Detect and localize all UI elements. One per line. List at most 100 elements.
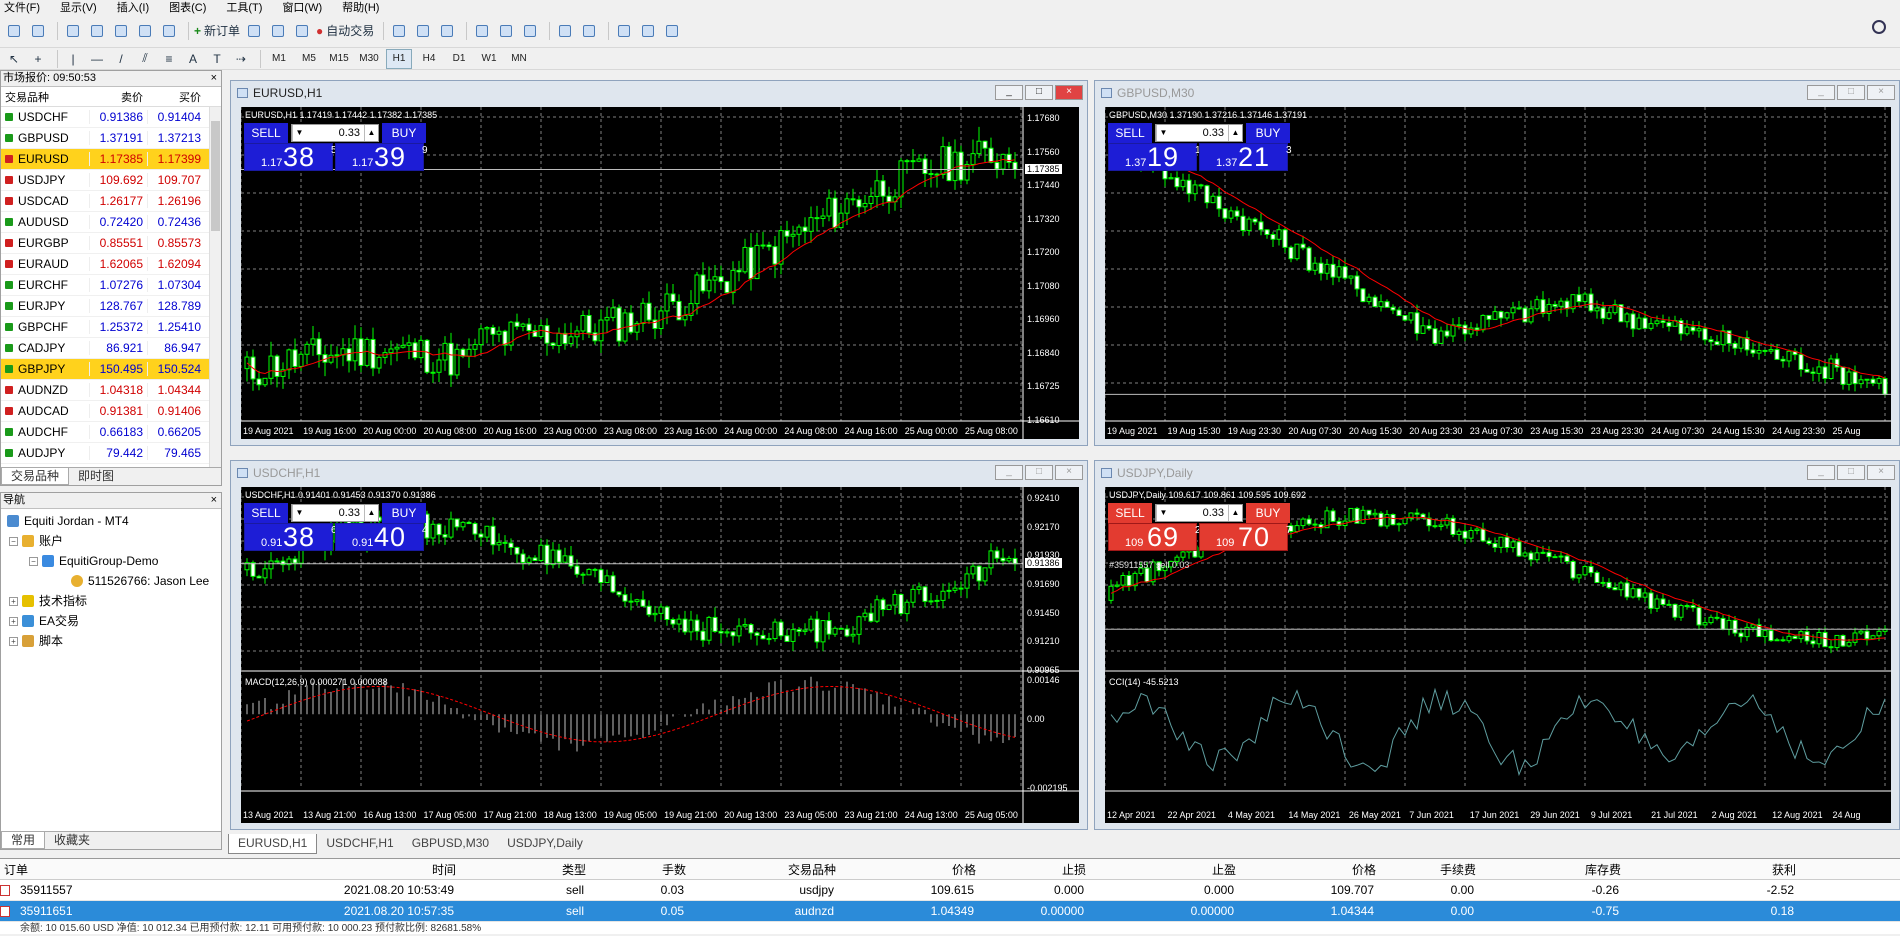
line-chart-icon[interactable] [437, 21, 457, 41]
nav-scripts[interactable]: + 脚本 [1, 631, 221, 651]
close-button[interactable]: × [1867, 465, 1895, 480]
nav-indicators[interactable]: + 技术指标 [1, 591, 221, 611]
col-ask[interactable]: 买价 [147, 89, 205, 105]
market-watch-row[interactable]: GBPUSD 1.37191 1.37213 [1, 128, 221, 149]
text-icon[interactable]: A [183, 49, 203, 69]
market-watch-row[interactable]: EURGBP 0.85551 0.85573 [1, 233, 221, 254]
chart-window[interactable]: EURUSD,H1 _ □ × EURUSD,H1 1.17419 1.17442 … [230, 80, 1088, 446]
orders-col-header[interactable]: 价格 [1240, 861, 1380, 878]
minimize-button[interactable]: _ [1807, 465, 1835, 480]
market-watch-row[interactable]: AUDCHF 0.66183 0.66205 [1, 422, 221, 443]
buy-button[interactable]: BUY [382, 123, 426, 143]
sell-price[interactable]: 0.91 38 6 [244, 522, 337, 552]
chart-window-title[interactable]: GBPUSD,M30 _ □ × [1095, 81, 1899, 105]
menu-item[interactable]: 工具(T) [226, 0, 262, 15]
tab-symbols[interactable]: 交易品种 [1, 468, 70, 485]
menu-item[interactable]: 插入(I) [117, 0, 149, 15]
orders-col-header[interactable]: 价格 [840, 861, 980, 878]
nav-accounts[interactable]: − 账户 [1, 531, 221, 551]
metaeditor-icon[interactable] [244, 21, 264, 41]
new-chart-icon[interactable] [4, 21, 24, 41]
market-watch-row[interactable]: AUDCAD 0.91381 0.91406 [1, 401, 221, 422]
templates-icon[interactable] [662, 21, 682, 41]
auto-trade-button[interactable]: ● 自动交易 [316, 21, 374, 41]
tile-windows-icon[interactable] [520, 21, 540, 41]
col-symbol[interactable]: 交易品种 [1, 89, 89, 105]
sell-button[interactable]: SELL [244, 503, 288, 523]
col-bid[interactable]: 卖价 [89, 89, 147, 105]
orders-col-header[interactable]: 库存费 [1480, 861, 1625, 878]
chart-tab[interactable]: GBPUSD,M30 [403, 834, 498, 854]
market-watch-row[interactable]: USDCHF 0.91386 0.91404 [1, 107, 221, 128]
zoom-out-icon[interactable] [496, 21, 516, 41]
terminal-icon[interactable] [135, 21, 155, 41]
orders-col-header[interactable]: 订单 [0, 861, 150, 878]
menu-item[interactable]: 图表(C) [169, 0, 206, 15]
periods-icon[interactable] [638, 21, 658, 41]
orders-col-header[interactable]: 类型 [460, 861, 590, 878]
chart-window-title[interactable]: USDCHF,H1 _ □ × [231, 461, 1087, 485]
market-watch-row[interactable]: AUDUSD 0.72420 0.72436 [1, 212, 221, 233]
orders-col-header[interactable]: 手数 [590, 861, 690, 878]
chart-tab[interactable]: USDJPY,Daily [498, 834, 592, 854]
order-row[interactable]: 35911651 2021.08.20 10:57:35 sell 0.05 audnz… [0, 901, 1900, 922]
chart-area[interactable]: GBPUSD,M30 1.37190 1.37216 1.37146 1.371… [1105, 107, 1891, 439]
market-watch-row[interactable]: EURUSD 1.17385 1.17399 [1, 149, 221, 170]
nav-server[interactable]: − EquitiGroup-Demo [1, 551, 221, 571]
chart-window[interactable]: USDJPY,Daily _ □ × USDJPY,Daily 109.617 10… [1094, 460, 1900, 830]
chart-window[interactable]: GBPUSD,M30 _ □ × GBPUSD,M30 1.37190 1.3721… [1094, 80, 1900, 446]
buy-button[interactable]: BUY [382, 503, 426, 523]
volume-input[interactable]: ▼ 0.33 ▲ [1155, 124, 1243, 142]
market-icon[interactable] [292, 21, 312, 41]
search-icon[interactable] [1872, 20, 1886, 34]
volume-input[interactable]: ▼ 0.33 ▲ [291, 124, 379, 142]
order-row[interactable]: 35911557 2021.08.20 10:53:49 sell 0.03 usdjp… [0, 880, 1900, 901]
chart-area[interactable]: USDJPY,Daily 109.617 109.861 109.595 109… [1105, 487, 1891, 823]
new-order-button[interactable]: + 新订单 [194, 21, 240, 41]
close-button[interactable]: × [1055, 465, 1083, 480]
tab-common[interactable]: 常用 [1, 832, 46, 849]
maximize-button[interactable]: □ [1025, 465, 1053, 480]
buy-price[interactable]: 1.37 21 3 [1199, 142, 1292, 172]
chart-shift-icon[interactable] [579, 21, 599, 41]
orders-col-header[interactable]: 获利 [1625, 861, 1800, 878]
minimize-button[interactable]: _ [1807, 85, 1835, 100]
maximize-button[interactable]: □ [1025, 85, 1053, 100]
horizontal-line-icon[interactable]: — [87, 49, 107, 69]
nav-experts[interactable]: + EA交易 [1, 611, 221, 631]
chart-window-title[interactable]: EURUSD,H1 _ □ × [231, 81, 1087, 105]
sell-button[interactable]: SELL [244, 123, 288, 143]
market-watch-row[interactable]: USDCAD 1.26177 1.26196 [1, 191, 221, 212]
buy-button[interactable]: BUY [1246, 123, 1290, 143]
maximize-button[interactable]: □ [1837, 465, 1865, 480]
timeframe-h4[interactable]: H4 [416, 49, 442, 69]
buy-price[interactable]: 0.91 40 4 [335, 522, 428, 552]
fibonacci-icon[interactable]: ≡ [159, 49, 179, 69]
data-window-icon[interactable] [87, 21, 107, 41]
orders-col-header[interactable]: 手续费 [1380, 861, 1480, 878]
signals-icon[interactable] [268, 21, 288, 41]
autoscroll-icon[interactable] [555, 21, 575, 41]
market-watch-row[interactable]: AUDJPY 79.442 79.465 [1, 443, 221, 464]
buy-price[interactable]: 1.17 39 9 [335, 142, 428, 172]
market-watch-row[interactable]: GBPCHF 1.25372 1.25410 [1, 317, 221, 338]
tester-icon[interactable] [159, 21, 179, 41]
tab-tick-chart[interactable]: 即时图 [69, 468, 123, 485]
timeframe-h1[interactable]: H1 [386, 48, 412, 69]
sell-price[interactable]: 109 69 2 [1108, 522, 1201, 552]
tab-favorites[interactable]: 收藏夹 [45, 832, 99, 849]
volume-input[interactable]: ▼ 0.33 ▲ [291, 504, 379, 522]
chart-window[interactable]: USDCHF,H1 _ □ × USDCHF,H1 0.91401 0.91453 … [230, 460, 1088, 830]
orders-col-header[interactable]: 交易品种 [690, 861, 840, 878]
sell-button[interactable]: SELL [1108, 123, 1152, 143]
orders-col-header[interactable]: 时间 [150, 861, 460, 878]
minimize-button[interactable]: _ [995, 85, 1023, 100]
market-watch-scrollbar[interactable] [209, 107, 221, 467]
volume-input[interactable]: ▼ 0.33 ▲ [1155, 504, 1243, 522]
market-watch-row[interactable]: GBPJPY 150.495 150.524 [1, 359, 221, 380]
orders-col-header[interactable]: 止损 [980, 861, 1090, 878]
menu-item[interactable]: 文件(F) [4, 0, 40, 15]
text-label-icon[interactable]: T [207, 49, 227, 69]
buy-button[interactable]: BUY [1246, 503, 1290, 523]
menu-item[interactable]: 显示(V) [60, 0, 97, 15]
